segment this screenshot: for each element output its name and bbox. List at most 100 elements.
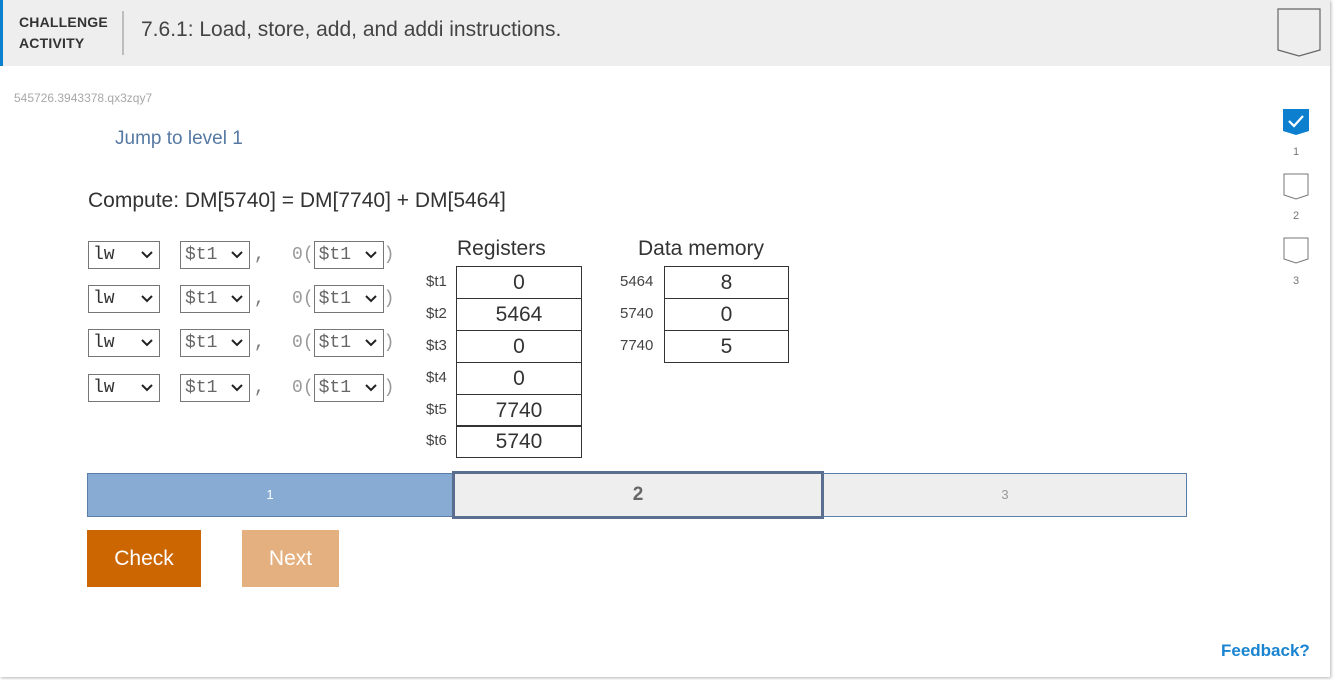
chevron-down-icon bbox=[141, 251, 153, 259]
activity-kind-line2: ACTIVITY bbox=[19, 35, 85, 51]
instruction-row: lw $t1 , 0 ( $t1 ) bbox=[88, 240, 394, 270]
activity-kind-label: CHALLENGE ACTIVITY bbox=[19, 12, 108, 54]
open-paren: ( bbox=[302, 333, 314, 353]
base-register-value: $t1 bbox=[318, 245, 352, 265]
opcode-select[interactable]: lw bbox=[88, 329, 160, 357]
progress-level-1-icon bbox=[1283, 109, 1309, 135]
base-register-select[interactable]: $t1 bbox=[313, 241, 384, 269]
opcode-value: lw bbox=[93, 245, 115, 265]
close-paren: ) bbox=[383, 378, 395, 398]
open-paren: ( bbox=[302, 378, 314, 398]
opcode-select[interactable]: lw bbox=[88, 374, 160, 402]
chevron-down-icon bbox=[231, 295, 243, 303]
registers-title: Registers bbox=[457, 237, 546, 260]
data-memory-title: Data memory bbox=[638, 237, 765, 260]
level-bar: 1 3 2 bbox=[87, 471, 1187, 519]
level-1-tab[interactable]: 1 bbox=[87, 473, 453, 517]
opcode-select[interactable]: lw bbox=[88, 241, 160, 269]
progress-level-3-icon bbox=[1283, 237, 1309, 264]
close-paren: ) bbox=[383, 333, 395, 353]
close-paren: ) bbox=[383, 289, 395, 309]
progress-level-1-label: 1 bbox=[1292, 146, 1300, 158]
open-paren: ( bbox=[302, 289, 314, 309]
activity-header: CHALLENGE ACTIVITY 7.6.1: Load, store, a… bbox=[0, 0, 1330, 66]
register-value: 7740 bbox=[456, 394, 582, 427]
dest-register-value: $t1 bbox=[185, 333, 218, 353]
memory-address: 7740 bbox=[620, 337, 654, 354]
register-name: $t1 bbox=[426, 273, 447, 290]
challenge-activity-card: CHALLENGE ACTIVITY 7.6.1: Load, store, a… bbox=[0, 0, 1330, 677]
chevron-down-icon bbox=[141, 339, 153, 347]
register-value: 0 bbox=[456, 266, 582, 299]
dest-register-value: $t1 bbox=[185, 245, 218, 265]
base-register-select[interactable]: $t1 bbox=[313, 374, 384, 402]
base-register-value: $t1 bbox=[318, 289, 352, 309]
memory-address: 5740 bbox=[620, 305, 654, 322]
chevron-down-icon bbox=[364, 251, 377, 259]
dest-register-select[interactable]: $t1 bbox=[180, 285, 250, 313]
chevron-down-icon bbox=[364, 295, 377, 303]
chevron-down-icon bbox=[141, 295, 153, 303]
activity-kind-line1: CHALLENGE bbox=[19, 14, 108, 30]
base-register-select[interactable]: $t1 bbox=[313, 329, 384, 357]
opcode-value: lw bbox=[93, 333, 115, 353]
dest-register-select[interactable]: $t1 bbox=[180, 241, 250, 269]
compute-prompt: Compute: DM[5740] = DM[7740] + DM[5464] bbox=[88, 189, 506, 212]
header-divider bbox=[122, 11, 124, 55]
dest-register-value: $t1 bbox=[185, 378, 218, 398]
base-register-value: $t1 bbox=[318, 333, 352, 353]
chevron-down-icon bbox=[141, 384, 153, 392]
comma: , bbox=[254, 289, 265, 309]
comma: , bbox=[254, 333, 265, 353]
chevron-down-icon bbox=[231, 384, 243, 392]
offset-value: 0 bbox=[292, 289, 303, 309]
offset-value: 0 bbox=[292, 245, 303, 265]
dest-register-value: $t1 bbox=[185, 289, 218, 309]
opcode-value: lw bbox=[93, 378, 115, 398]
jump-to-level-link[interactable]: Jump to level 1 bbox=[115, 128, 243, 150]
memory-value: 0 bbox=[664, 298, 789, 331]
dest-register-select[interactable]: $t1 bbox=[180, 329, 250, 357]
memory-value: 8 bbox=[664, 266, 789, 299]
memory-address: 5464 bbox=[620, 273, 654, 290]
level-2-tab[interactable]: 2 bbox=[452, 471, 824, 519]
register-value: 5464 bbox=[456, 298, 582, 331]
activity-title: 7.6.1: Load, store, add, and addi instru… bbox=[141, 18, 562, 41]
offset-value: 0 bbox=[292, 333, 303, 353]
open-paren: ( bbox=[302, 245, 314, 265]
chevron-down-icon bbox=[231, 251, 243, 259]
feedback-link[interactable]: Feedback? bbox=[1221, 641, 1310, 661]
next-button[interactable]: Next bbox=[242, 530, 339, 587]
instruction-row: lw $t1 , 0 ( $t1 ) bbox=[88, 328, 394, 358]
dest-register-select[interactable]: $t1 bbox=[180, 374, 250, 402]
register-name: $t6 bbox=[426, 432, 447, 449]
level-3-tab[interactable]: 3 bbox=[823, 473, 1187, 517]
register-name: $t4 bbox=[426, 369, 447, 386]
offset-value: 0 bbox=[292, 378, 303, 398]
instruction-row: lw $t1 , 0 ( $t1 ) bbox=[88, 373, 394, 403]
chevron-down-icon bbox=[364, 384, 377, 392]
register-value: 5740 bbox=[456, 425, 582, 458]
base-register-select[interactable]: $t1 bbox=[313, 285, 384, 313]
base-register-value: $t1 bbox=[318, 378, 352, 398]
opcode-value: lw bbox=[93, 289, 115, 309]
progress-level-3-label: 3 bbox=[1292, 275, 1300, 287]
register-value: 0 bbox=[456, 330, 582, 363]
bookmark-badge-icon bbox=[1277, 8, 1321, 57]
progress-level-2-icon bbox=[1283, 173, 1309, 200]
chevron-down-icon bbox=[231, 339, 243, 347]
register-value: 0 bbox=[456, 362, 582, 395]
register-name: $t2 bbox=[426, 305, 447, 322]
memory-value: 5 bbox=[664, 330, 789, 363]
register-name: $t5 bbox=[426, 401, 447, 418]
opcode-select[interactable]: lw bbox=[88, 285, 160, 313]
progress-level-2-label: 2 bbox=[1292, 210, 1300, 222]
activity-id: 545726.3943378.qx3zqy7 bbox=[14, 91, 153, 105]
close-paren: ) bbox=[383, 245, 395, 265]
check-button[interactable]: Check bbox=[87, 530, 201, 587]
comma: , bbox=[254, 378, 265, 398]
register-name: $t3 bbox=[426, 337, 447, 354]
comma: , bbox=[254, 245, 265, 265]
instruction-row: lw $t1 , 0 ( $t1 ) bbox=[88, 284, 394, 314]
chevron-down-icon bbox=[364, 339, 377, 347]
